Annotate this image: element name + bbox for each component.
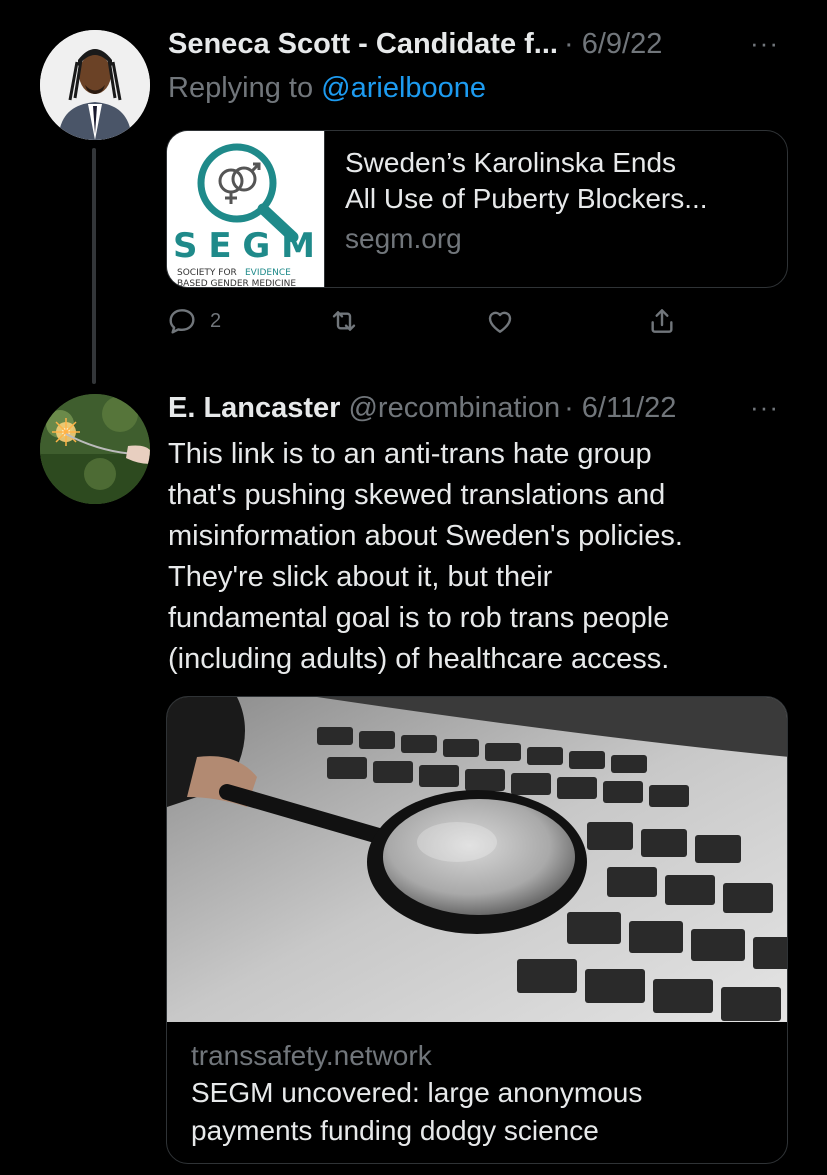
avatar-seneca-scott[interactable] <box>40 30 150 140</box>
tweet2-handle[interactable]: @recombination <box>348 392 560 425</box>
tweet2-body-line: fundamental goal is to rob trans people <box>168 602 670 634</box>
tweet1-reply-count: 2 <box>210 309 222 332</box>
segm-logo-text: SEGM <box>173 226 315 266</box>
magnifier-keyboard-image <box>167 697 787 1022</box>
tweet2-body-line: misinformation about Sweden's policies. <box>168 520 683 552</box>
tweet1-share-button[interactable] <box>646 305 678 337</box>
tweet1-card-title-line1: Sweden’s Karolinska Ends <box>345 147 677 178</box>
segm-logo-sub1-accent: EVIDENCE <box>245 268 291 278</box>
replying-prefix: Replying to <box>168 72 314 104</box>
reply-icon <box>169 309 195 334</box>
tweet2-card-domain: transsafety.network <box>191 1040 432 1071</box>
tweet2-date[interactable]: · 6/11/22 <box>564 392 676 425</box>
tweet1-link-card[interactable]: SEGM SOCIETY FOR EVIDENCE BASED GENDER M… <box>166 130 788 288</box>
tweet2-body: This link is to an anti-trans hate group… <box>168 434 778 680</box>
tweet2-header: E. Lancaster @recombination · 6/11/22 <box>168 392 676 425</box>
tweet1-like-button[interactable] <box>484 305 516 337</box>
share-icon <box>651 309 673 333</box>
thread-line <box>92 148 96 384</box>
tweet1-action-bar: 2 <box>166 305 696 345</box>
tweet2-card-title-line1: SEGM uncovered: large anonymous <box>191 1077 643 1108</box>
segm-logo-sub1: SOCIETY FOR <box>177 268 237 278</box>
avatar-e-lancaster[interactable] <box>40 394 150 504</box>
tweet2-link-card[interactable]: transsafety.network SEGM uncovered: larg… <box>166 696 788 1164</box>
tweet2-card-meta: transsafety.network SEGM uncovered: larg… <box>167 1022 787 1163</box>
tweet1-card-title-line2: All Use of Puberty Blockers... <box>345 183 708 214</box>
replying-mention-link[interactable]: @arielboone <box>321 72 486 104</box>
like-icon <box>488 311 512 333</box>
tweet1-display-name[interactable]: Seneca Scott - Candidate f... <box>168 28 558 61</box>
tweet1-header: Seneca Scott - Candidate f... · 6/9/22 <box>168 28 662 61</box>
tweet2-card-title-line2: payments funding dodgy science <box>191 1115 599 1146</box>
tweet1-retweet-button[interactable] <box>328 305 360 337</box>
tweet2-body-line: (including adults) of healthcare access. <box>168 643 670 675</box>
segm-logo-thumbnail: SEGM SOCIETY FOR EVIDENCE BASED GENDER M… <box>167 131 325 287</box>
retweet-icon <box>332 311 356 331</box>
tweet1-card-domain: segm.org <box>345 223 462 254</box>
tweet1-reply-button[interactable]: 2 <box>166 305 221 337</box>
tweet2-display-name[interactable]: E. Lancaster <box>168 392 340 425</box>
segm-logo-sub2: BASED GENDER MEDICINE <box>177 279 296 287</box>
tweet2-more-icon[interactable]: ··· <box>750 392 779 423</box>
tweet1-date[interactable]: · 6/9/22 <box>564 28 662 61</box>
tweet2-body-line: They're slick about it, but their <box>168 561 553 593</box>
tweet1-more-icon[interactable]: ··· <box>750 28 779 59</box>
tweet1-replying-to: Replying to @arielboone <box>168 72 486 105</box>
tweet2-body-line: that's pushing skewed translations and <box>168 479 666 511</box>
tweet2-body-line: This link is to an anti-trans hate group <box>168 438 652 470</box>
tweet1-card-text: Sweden’s Karolinska Ends All Use of Pube… <box>325 131 728 287</box>
